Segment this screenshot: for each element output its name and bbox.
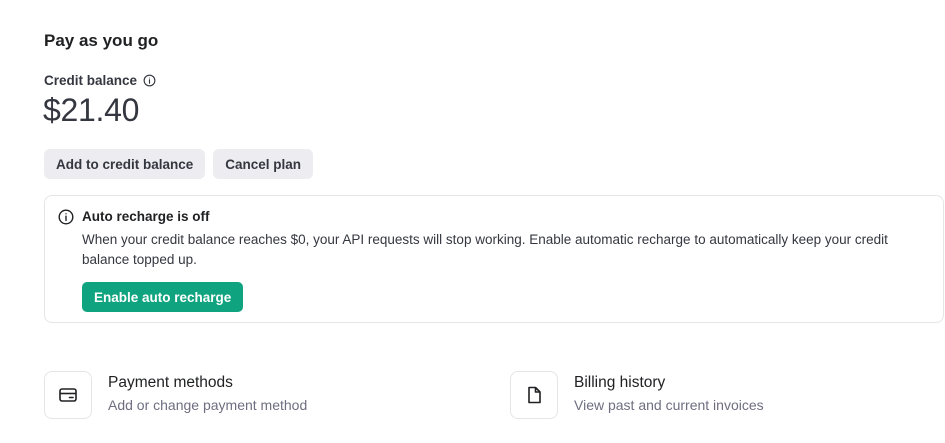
- document-icon: [510, 371, 558, 419]
- credit-balance-label-row: Credit balance: [44, 73, 156, 88]
- auto-recharge-notice: Auto recharge is off When your credit ba…: [44, 195, 944, 323]
- auto-recharge-title: Auto recharge is off: [82, 209, 210, 224]
- billing-history-subtitle: View past and current invoices: [574, 397, 764, 413]
- page-title: Pay as you go: [44, 31, 159, 50]
- cancel-plan-button[interactable]: Cancel plan: [213, 149, 314, 179]
- billing-history-title: Billing history: [574, 374, 666, 391]
- info-circle-icon: [58, 209, 74, 225]
- info-circle-icon[interactable]: [143, 74, 156, 87]
- balance-actions: Add to credit balance Cancel plan: [44, 149, 314, 179]
- credit-card-icon: [44, 371, 92, 419]
- auto-recharge-description: When your credit balance reaches $0, you…: [82, 232, 888, 267]
- payment-methods-card[interactable]: Payment methods Add or change payment me…: [44, 371, 307, 419]
- payment-methods-subtitle: Add or change payment method: [108, 397, 308, 413]
- billing-overview-page: Pay as you go Credit balance $21.40 Add …: [0, 0, 945, 443]
- credit-balance-label: Credit balance: [44, 73, 138, 88]
- credit-balance-amount: $21.40: [43, 92, 140, 128]
- enable-auto-recharge-button[interactable]: Enable auto recharge: [82, 282, 244, 312]
- add-to-credit-balance-button[interactable]: Add to credit balance: [44, 149, 206, 179]
- payment-methods-title: Payment methods: [108, 374, 233, 391]
- billing-history-card[interactable]: Billing history View past and current in…: [510, 371, 764, 419]
